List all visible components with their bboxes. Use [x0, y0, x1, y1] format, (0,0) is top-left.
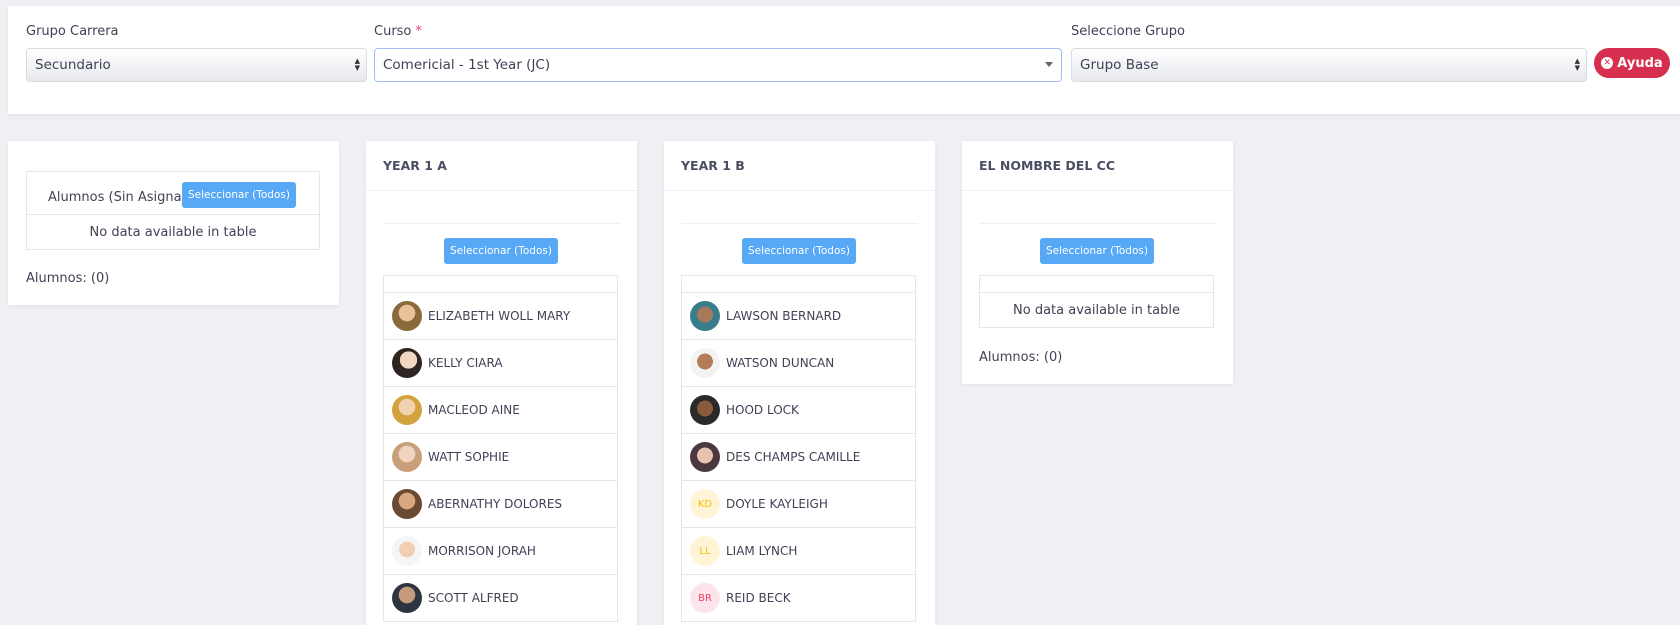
avatar	[690, 348, 720, 378]
student-count: Alumnos: (0)	[26, 271, 110, 286]
student-row[interactable]: SCOTT ALFRED	[383, 575, 618, 622]
select-arrows-icon: ▲ ▼	[1574, 57, 1580, 72]
student-name: ELIZABETH WOLL MARY	[428, 309, 571, 323]
avatar	[392, 442, 422, 472]
student-list: LAWSON BERNARD WATSON DUNCAN HOOD LOCK D…	[681, 293, 916, 622]
table-header	[681, 275, 916, 293]
group-title: YEAR 1 A	[366, 141, 637, 191]
select-all-button[interactable]: Seleccionar (Todos)	[1040, 238, 1154, 264]
student-name: WATSON DUNCAN	[726, 356, 835, 370]
curso-label: Curso *	[374, 24, 423, 39]
select-all-button[interactable]: Seleccionar (Todos)	[742, 238, 856, 264]
student-row[interactable]: BR REID BECK	[681, 575, 916, 622]
avatar	[392, 583, 422, 613]
student-row[interactable]: KD DOYLE KAYLEIGH	[681, 481, 916, 528]
student-row[interactable]: MACLEOD AINE	[383, 387, 618, 434]
student-count: Alumnos: (0)	[979, 350, 1063, 365]
divider	[979, 223, 1216, 224]
filters-panel: Grupo Carrera Secundario ▲ ▼ Curso * Come…	[8, 6, 1680, 114]
student-name: MACLEOD AINE	[428, 403, 520, 417]
grupo-select[interactable]: Grupo Base ▲ ▼	[1071, 48, 1587, 82]
student-name: LIAM LYNCH	[726, 544, 798, 558]
student-row[interactable]: ABERNATHY DOLORES	[383, 481, 618, 528]
table-header	[979, 275, 1214, 293]
avatar	[690, 301, 720, 331]
grupo-label: Seleccione Grupo	[1071, 24, 1185, 39]
student-row[interactable]: ELIZABETH WOLL MARY	[383, 293, 618, 340]
student-name: SCOTT ALFRED	[428, 591, 519, 605]
group-card-cc: EL NOMBRE DEL CC Seleccionar (Todos) No …	[962, 141, 1233, 384]
grupo-carrera-label: Grupo Carrera	[26, 24, 119, 39]
student-row[interactable]: LAWSON BERNARD	[681, 293, 916, 340]
avatar	[392, 395, 422, 425]
group-card-year-1a: YEAR 1 A Seleccionar (Todos) ELIZABETH W…	[366, 141, 637, 625]
grupo-carrera-select[interactable]: Secundario ▲ ▼	[26, 48, 367, 82]
select-all-button[interactable]: Seleccionar (Todos)	[182, 182, 296, 208]
student-row[interactable]: MORRISON JORAH	[383, 528, 618, 575]
avatar: LL	[690, 536, 720, 566]
student-row[interactable]: LL LIAM LYNCH	[681, 528, 916, 575]
close-circle-icon: ✕	[1601, 57, 1614, 69]
student-name: DOYLE KAYLEIGH	[726, 497, 828, 511]
student-name: MORRISON JORAH	[428, 544, 536, 558]
student-row[interactable]: KELLY CIARA	[383, 340, 618, 387]
divider	[681, 223, 918, 224]
avatar	[392, 301, 422, 331]
divider	[383, 223, 620, 224]
grupo-value: Grupo Base	[1080, 57, 1159, 73]
avatar: KD	[690, 489, 720, 519]
student-name: WATT SOPHIE	[428, 450, 510, 464]
student-row[interactable]: WATT SOPHIE	[383, 434, 618, 481]
required-mark: *	[415, 24, 423, 39]
student-name: HOOD LOCK	[726, 403, 799, 417]
help-label: Ayuda	[1617, 55, 1663, 71]
select-arrows-icon: ▲ ▼	[354, 57, 360, 72]
select-all-button[interactable]: Seleccionar (Todos)	[444, 238, 558, 264]
student-name: KELLY CIARA	[428, 356, 503, 370]
chevron-down-icon	[1045, 62, 1053, 67]
table-header	[383, 275, 618, 293]
avatar	[392, 489, 422, 519]
empty-table-message: No data available in table	[89, 225, 257, 240]
avatar	[690, 442, 720, 472]
student-name: DES CHAMPS CAMILLE	[726, 450, 861, 464]
student-row[interactable]: DES CHAMPS CAMILLE	[681, 434, 916, 481]
avatar	[392, 348, 422, 378]
curso-value: Comericial - 1st Year (JC)	[383, 57, 551, 73]
curso-select[interactable]: Comericial - 1st Year (JC)	[374, 48, 1062, 82]
student-row[interactable]: HOOD LOCK	[681, 387, 916, 434]
unassigned-title: Alumnos (Sin Asignar)	[48, 190, 192, 205]
group-title: EL NOMBRE DEL CC	[962, 141, 1233, 191]
unassigned-card: Alumnos (Sin Asignar) Seleccionar (Todos…	[8, 141, 339, 305]
empty-table-message: No data available in table	[979, 293, 1214, 328]
unassigned-table-header: Alumnos (Sin Asignar) Seleccionar (Todos…	[27, 172, 319, 215]
help-button[interactable]: ✕ Ayuda	[1594, 48, 1670, 78]
group-title: YEAR 1 B	[664, 141, 935, 191]
avatar: BR	[690, 583, 720, 613]
grupo-carrera-value: Secundario	[35, 57, 111, 73]
group-card-year-1b: YEAR 1 B Seleccionar (Todos) LAWSON BERN…	[664, 141, 935, 625]
avatar	[690, 395, 720, 425]
student-name: REID BECK	[726, 591, 791, 605]
unassigned-table: Alumnos (Sin Asignar) Seleccionar (Todos…	[26, 171, 320, 250]
student-row[interactable]: WATSON DUNCAN	[681, 340, 916, 387]
student-list: ELIZABETH WOLL MARY KELLY CIARA MACLEOD …	[383, 293, 618, 622]
avatar	[392, 536, 422, 566]
student-name: LAWSON BERNARD	[726, 309, 842, 323]
student-name: ABERNATHY DOLORES	[428, 497, 563, 511]
